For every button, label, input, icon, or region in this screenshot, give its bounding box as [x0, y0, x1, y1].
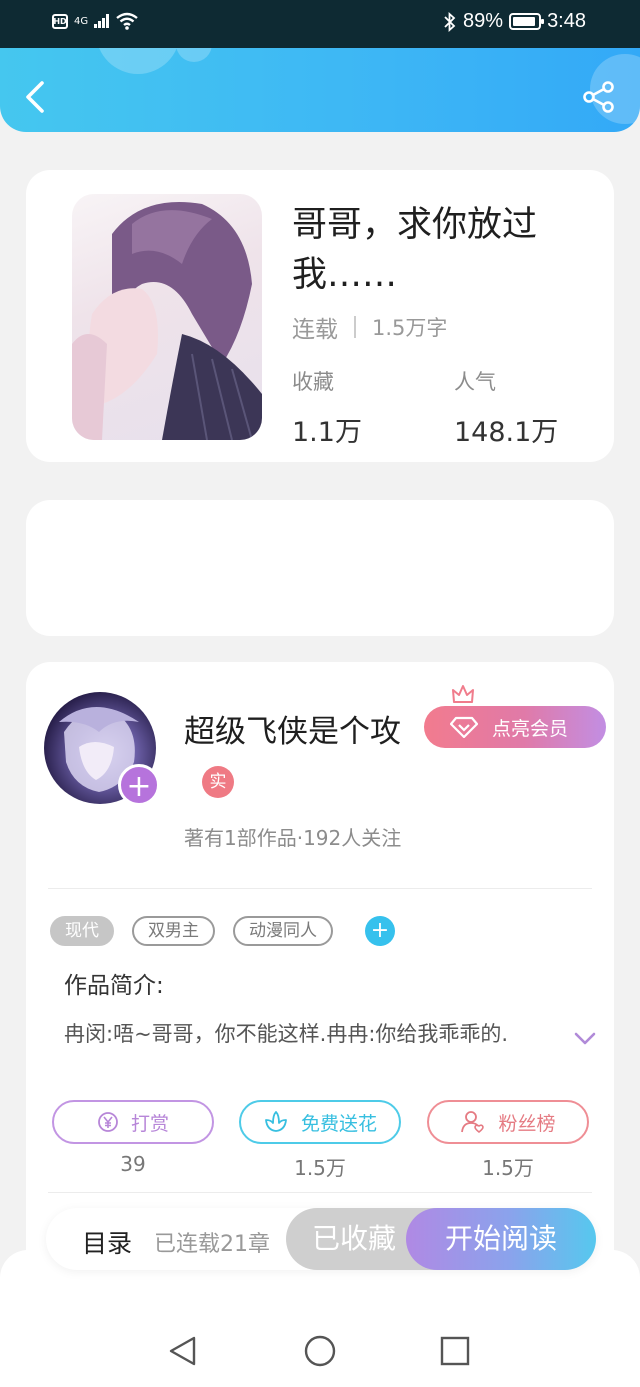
wifi-icon: [116, 12, 138, 30]
author-name[interactable]: 超级飞侠是个攻: [184, 706, 401, 751]
popularity-value: 148.1万: [454, 417, 559, 448]
chevron-down-icon[interactable]: [574, 1032, 596, 1046]
hd-icon: HD: [52, 13, 68, 29]
divider: [48, 1192, 592, 1193]
meta-divider: [354, 316, 356, 338]
fans-ranking-label: 粉丝榜: [498, 1112, 556, 1135]
serial-status: 连载: [292, 317, 338, 343]
intro-text: 冉闵:唔~哥哥，你不能这样.冉冉:你给我乖乖的.: [64, 1022, 509, 1046]
network-type: 4G: [74, 15, 89, 27]
empty-card: [26, 500, 614, 636]
send-flower-label: 免费送花: [300, 1112, 377, 1135]
battery-icon: [509, 13, 545, 30]
diamond-icon: [450, 716, 478, 738]
status-bar: HD 4G 89% 3:48: [0, 0, 640, 48]
author-card: + 超级飞侠是个攻 点亮会员 实 著有1部作品·192人关注 现代 双男主 动漫…: [26, 662, 614, 1282]
fans-icon: [461, 1111, 485, 1134]
favorites-stat: 收藏 1.1万: [292, 366, 362, 449]
battery-percent: 89%: [463, 10, 504, 32]
nav-home-icon[interactable]: [303, 1334, 337, 1368]
crown-icon: [452, 685, 474, 703]
start-reading-button[interactable]: 开始阅读: [406, 1208, 596, 1270]
status-right: 89% 3:48: [443, 10, 586, 33]
book-meta: 连载 1.5万字: [292, 310, 447, 344]
tag-item[interactable]: 现代: [50, 916, 114, 946]
send-flower-button[interactable]: 免费送花: [239, 1100, 401, 1144]
bluetooth-icon: [444, 11, 456, 32]
toc-button[interactable]: 目录: [82, 1224, 132, 1260]
chapter-count[interactable]: 已连载21章: [154, 1226, 270, 1258]
share-icon[interactable]: [582, 80, 616, 114]
cover-illustration: [72, 202, 262, 440]
flower-icon: [265, 1111, 287, 1132]
book-cover[interactable]: [72, 194, 262, 440]
header: HD 4G 89% 3:48: [0, 0, 640, 132]
add-tag-button[interactable]: +: [365, 916, 395, 946]
bottom-action-bar: 目录 已连载21章 已收藏 开始阅读: [46, 1208, 596, 1270]
nav-recents-icon[interactable]: [438, 1334, 472, 1368]
status-left: HD 4G: [52, 12, 138, 30]
word-count: 1.5万字: [372, 316, 448, 340]
follow-author-button[interactable]: +: [118, 764, 160, 806]
divider: [48, 888, 592, 889]
fans-ranking-button[interactable]: 粉丝榜: [427, 1100, 589, 1144]
tag-list: 现代 双男主 动漫同人 +: [50, 916, 395, 946]
favorites-value: 1.1万: [292, 417, 362, 448]
tag-item[interactable]: 双男主: [132, 916, 215, 946]
reward-label: 打赏: [130, 1112, 169, 1135]
reward-button[interactable]: 打赏: [52, 1100, 214, 1144]
tag-item[interactable]: 动漫同人: [233, 916, 333, 946]
clock: 3:48: [547, 10, 586, 32]
vip-button[interactable]: 点亮会员: [424, 706, 606, 748]
nav-back-icon[interactable]: [166, 1334, 200, 1368]
popularity-stat: 人气 148.1万: [454, 366, 558, 449]
yen-icon: [98, 1112, 118, 1132]
favorites-label: 收藏: [292, 370, 334, 394]
flower-count: 1.5万: [294, 1156, 346, 1180]
reward-count: 39: [120, 1152, 146, 1176]
signal-icon: [94, 14, 110, 28]
verified-badge: 实: [202, 766, 234, 798]
popularity-label: 人气: [454, 370, 496, 394]
intro-title: 作品简介:: [64, 973, 164, 999]
vip-button-label: 点亮会员: [492, 717, 569, 740]
chevron-left-icon[interactable]: [20, 80, 50, 114]
author-info: 著有1部作品·192人关注: [184, 826, 402, 850]
book-title: 哥哥，求你放过我……: [292, 205, 538, 295]
book-info-card: 哥哥，求你放过我…… 连载 1.5万字 收藏 1.1万 人气 148.1万: [26, 170, 614, 462]
fans-count: 1.5万: [482, 1156, 534, 1180]
